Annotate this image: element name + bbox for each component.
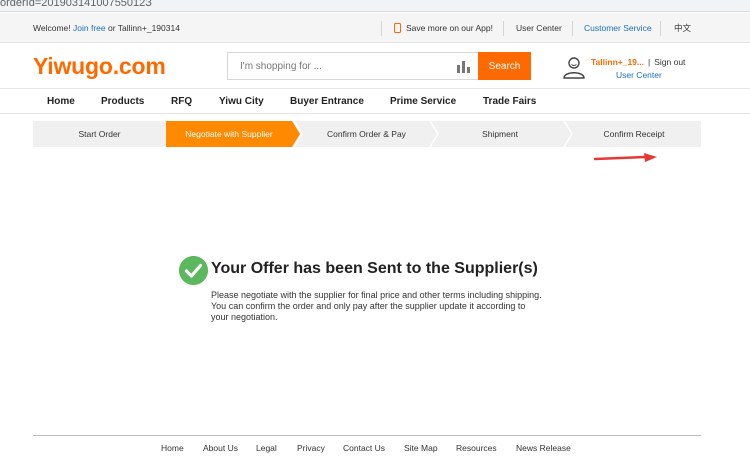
url-text: orderId=20190314100755012З (0, 0, 152, 9)
red-arrow-annotation-icon (594, 153, 657, 162)
or-label: or (108, 23, 116, 33)
image-search-icon[interactable] (457, 61, 471, 73)
footer-contact-us[interactable]: Contact Us (343, 443, 385, 453)
footer-privacy[interactable]: Privacy (297, 443, 325, 453)
step-confirm-receipt: Confirm Receipt (603, 129, 665, 139)
main-nav: Home Products RFQ Yiwu City Buyer Entran… (0, 88, 750, 114)
topbar-divider (381, 21, 382, 36)
search-box: Search (227, 52, 531, 80)
username-label: Tallinn+_190314 (117, 23, 180, 33)
footer-home[interactable]: Home (161, 443, 184, 453)
step-shipment: Shipment (482, 129, 518, 139)
footer-legal[interactable]: Legal (256, 443, 277, 453)
welcome-text: Welcome! Join free or Tallinn+_190314 (33, 23, 180, 33)
user-separator: | (648, 57, 651, 67)
user-avatar-icon[interactable] (562, 55, 586, 79)
footer-divider (33, 435, 701, 436)
phone-icon (394, 23, 401, 33)
user-links: Tallinn+_19... | Sign out (591, 57, 685, 67)
join-free-link[interactable]: Join free (73, 23, 106, 33)
success-description: Please negotiate with the supplier for f… (211, 290, 542, 322)
search-input[interactable] (228, 53, 478, 79)
welcome-label: Welcome! (33, 23, 71, 33)
nav-yiwu-city[interactable]: Yiwu City (219, 96, 264, 107)
site-header: Yiwugo.com Search Tallinn+_19... |Sign ou… (0, 43, 750, 88)
footer-about-us[interactable]: About Us (203, 443, 238, 453)
step-negotiate-active: Negotiate with Supplier (166, 121, 300, 147)
browser-url-strip: orderId=20190314100755012З (0, 0, 750, 12)
nav-home[interactable]: Home (47, 96, 75, 107)
nav-prime-service[interactable]: Prime Service (390, 96, 456, 107)
header-user-center-link[interactable]: User Center (616, 70, 662, 80)
customer-service-link[interactable]: Customer Service (584, 13, 652, 43)
footer-news-release[interactable]: News Release (516, 443, 571, 453)
step-confirm-pay: Confirm Order & Pay (327, 129, 406, 139)
top-bar: Welcome! Join free or Tallinn+_190314 Sa… (0, 13, 750, 43)
success-title: Your Offer has been Sent to the Supplier… (211, 260, 538, 277)
footer-resources[interactable]: Resources (456, 443, 497, 453)
footer-site-map[interactable]: Site Map (404, 443, 438, 453)
user-center-link[interactable]: User Center (516, 13, 562, 43)
topbar-divider (572, 21, 573, 36)
nav-buyer-entrance[interactable]: Buyer Entrance (290, 96, 364, 107)
topbar-divider (503, 21, 504, 36)
nav-products[interactable]: Products (101, 96, 144, 107)
search-button[interactable]: Search (478, 52, 531, 80)
topbar-divider (660, 21, 661, 36)
success-check-icon (179, 256, 208, 285)
sign-out-link[interactable]: Sign out (654, 57, 685, 67)
order-progress-steps: Start Order Negotiate with Supplier Conf… (33, 121, 701, 147)
language-switch[interactable]: 中文 (674, 13, 691, 43)
nav-rfq[interactable]: RFQ (171, 96, 192, 107)
app-promo-link[interactable]: Save more on our App! (394, 13, 493, 43)
site-logo[interactable]: Yiwugo.com (33, 53, 166, 80)
app-promo-label: Save more on our App! (406, 23, 493, 33)
user-name-link[interactable]: Tallinn+_19... (591, 57, 644, 67)
nav-trade-fairs[interactable]: Trade Fairs (483, 96, 536, 107)
step-start-order: Start Order (78, 129, 121, 139)
